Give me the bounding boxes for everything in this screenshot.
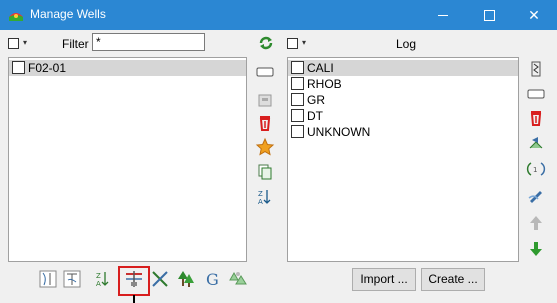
track-button[interactable]: [38, 268, 58, 290]
log-name: DT: [307, 109, 323, 123]
log-checkbox[interactable]: [291, 109, 304, 122]
cross-plot-button[interactable]: [150, 268, 170, 290]
list-item[interactable]: GR: [288, 92, 325, 108]
refresh-button[interactable]: [255, 33, 277, 53]
title-bar[interactable]: Manage Wells ✕: [0, 0, 557, 30]
merge-logs-button[interactable]: 1: [526, 159, 546, 179]
favorite-button[interactable]: [255, 137, 275, 157]
rename-well-button[interactable]: [255, 62, 275, 82]
well-checkbox[interactable]: [12, 61, 25, 74]
logs-list[interactable]: CALI RHOB GR DT UNKNOWN: [287, 57, 519, 262]
svg-text:A: A: [258, 198, 263, 206]
merge-icon: 1: [526, 162, 546, 176]
sort-wells-icon: ZA: [96, 272, 109, 288]
log-checkbox[interactable]: [291, 61, 304, 74]
well-name: F02-01: [28, 61, 67, 75]
svg-text:G: G: [206, 270, 219, 289]
list-item[interactable]: CALI: [288, 60, 518, 76]
sort-wells-button[interactable]: ZA: [93, 268, 113, 290]
edit-icon: [528, 191, 542, 203]
g-icon: G: [206, 270, 219, 289]
export-log-button[interactable]: [526, 133, 546, 153]
svg-text:A: A: [96, 280, 101, 288]
chevron-down-icon[interactable]: ▾: [302, 38, 306, 47]
move-down-icon: [530, 242, 542, 256]
rename-icon: [256, 67, 274, 77]
export-icon: [529, 137, 543, 149]
minimize-button[interactable]: [420, 0, 466, 30]
create-button[interactable]: Create ...: [421, 268, 485, 291]
list-item[interactable]: RHOB: [288, 76, 342, 92]
select-all-wells-checkbox[interactable]: [8, 38, 19, 49]
delete-icon: [259, 116, 271, 131]
svg-text:Z: Z: [258, 190, 263, 198]
sort-button[interactable]: ZA: [255, 187, 275, 207]
log-checkbox[interactable]: [291, 77, 304, 90]
rename-log-button[interactable]: [526, 84, 546, 104]
tree-button[interactable]: [176, 268, 196, 290]
rename-icon: [527, 89, 545, 99]
delete-icon: [530, 111, 542, 126]
properties-icon: [258, 94, 272, 107]
stratigraphy-button[interactable]: [228, 268, 248, 290]
log-checkbox[interactable]: [291, 125, 304, 138]
cross-plot-icon: [152, 271, 168, 287]
select-all-logs-checkbox[interactable]: [287, 38, 298, 49]
move-up-button[interactable]: [526, 213, 546, 233]
delete-well-button[interactable]: [255, 113, 275, 133]
log-properties-icon: [531, 61, 541, 77]
list-item[interactable]: DT: [288, 108, 323, 124]
wells-app-icon: [8, 7, 24, 23]
copy-icon: [258, 164, 272, 180]
list-item[interactable]: F02-01: [9, 60, 246, 76]
maximize-button[interactable]: [466, 0, 512, 30]
track-icon: [39, 270, 57, 288]
delete-log-button[interactable]: [526, 108, 546, 128]
list-item[interactable]: UNKNOWN: [288, 124, 370, 140]
window-title: Manage Wells: [30, 7, 106, 21]
svg-text:Z: Z: [96, 272, 101, 280]
chevron-down-icon[interactable]: ▾: [23, 38, 27, 47]
sort-icon: ZA: [258, 190, 271, 206]
close-button[interactable]: ✕: [511, 0, 557, 30]
log-name: RHOB: [307, 77, 342, 91]
import-button[interactable]: Import ...: [352, 268, 416, 291]
markers-icon: [63, 270, 81, 288]
log-header: Log: [396, 37, 417, 51]
wells-list[interactable]: F02-01: [8, 57, 247, 262]
move-down-button[interactable]: [526, 239, 546, 259]
favorite-star-icon: [255, 137, 275, 156]
tree-icon: [178, 271, 194, 287]
log-name: GR: [307, 93, 325, 107]
edit-log-button[interactable]: [526, 186, 546, 206]
pointer-arrow-icon: [133, 295, 135, 303]
stratigraphy-icon: [229, 271, 247, 285]
log-checkbox[interactable]: [291, 93, 304, 106]
highlight-box: [118, 266, 150, 296]
log-name: UNKNOWN: [307, 125, 371, 139]
markers-button[interactable]: [62, 268, 82, 290]
move-up-icon: [530, 216, 542, 230]
well-properties-button[interactable]: [255, 90, 275, 110]
filter-label: Filter: [62, 37, 89, 51]
log-name: CALI: [307, 61, 334, 75]
refresh-icon: [259, 36, 273, 50]
g-button[interactable]: G: [204, 268, 224, 290]
filter-input[interactable]: *: [92, 33, 205, 51]
copy-well-button[interactable]: [255, 162, 275, 182]
log-properties-button[interactable]: [526, 59, 546, 79]
svg-text:1: 1: [533, 166, 537, 174]
